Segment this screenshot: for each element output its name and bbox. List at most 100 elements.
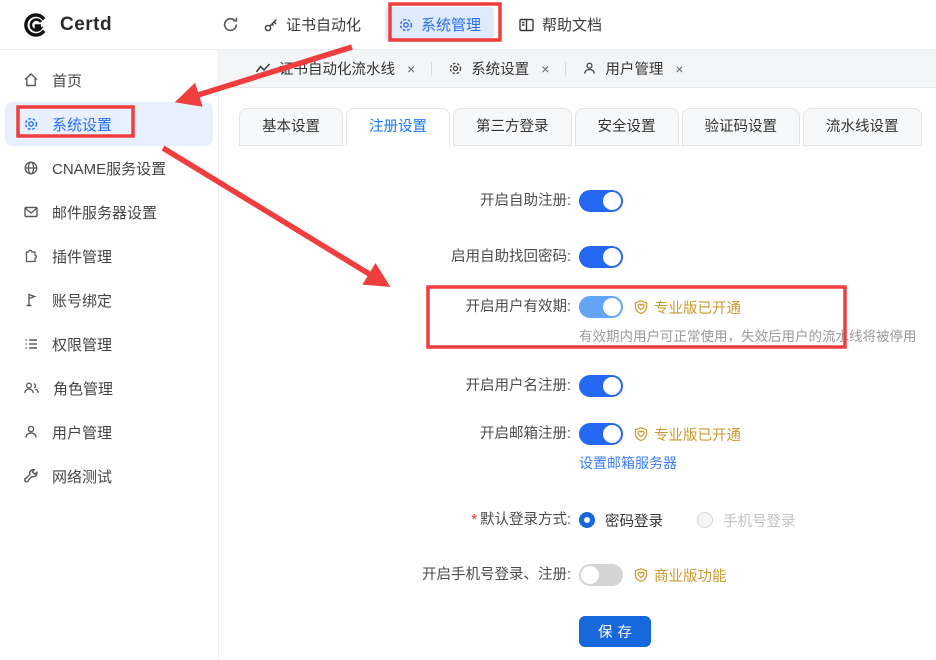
nav-help-docs[interactable]: 帮助文档 <box>518 14 602 35</box>
sidebar: 首页 系统设置 CNAME服务设置 邮件服务器设置 <box>0 50 219 659</box>
radio-password-login[interactable] <box>579 512 595 528</box>
user-validity-toggle[interactable] <box>579 296 623 318</box>
opened-tabs-bar: 证书自动化流水线 × 系统设置 × 用户管理 × <box>219 50 936 88</box>
globe-icon <box>23 160 39 176</box>
gear-icon <box>23 116 39 132</box>
user-validity-helper: 有效期内用户可正常使用，失效后用户的流水线将被停用 <box>579 325 917 345</box>
self-register-toggle[interactable] <box>579 190 623 212</box>
sidebar-item-label: 用户管理 <box>52 422 112 443</box>
form-row-email-register: 开启邮箱注册: 专业版已开通 <box>219 423 936 473</box>
save-button[interactable]: 保存 <box>579 616 651 647</box>
tab-third-party-login[interactable]: 第三方登录 <box>453 108 572 146</box>
opened-tab-label: 证书自动化流水线 <box>279 58 395 79</box>
certd-logo-icon <box>20 10 50 40</box>
form-row-phone-register: 开启手机号登录、注册: 商业版功能 <box>219 564 936 586</box>
sidebar-item-label: 账号绑定 <box>52 290 112 311</box>
mail-icon <box>23 204 39 220</box>
pro-enabled-label: 专业版已开通 <box>654 297 741 318</box>
brand-name: Certd <box>60 14 112 36</box>
sidebar-item-network-test[interactable]: 网络测试 <box>5 454 213 498</box>
email-register-toggle[interactable] <box>579 423 623 445</box>
gear-icon <box>448 61 463 76</box>
tab-captcha-settings[interactable]: 验证码设置 <box>682 108 801 146</box>
pro-enabled-badge: 专业版已开通 <box>633 297 741 318</box>
brand[interactable]: Certd <box>0 10 208 40</box>
sidebar-item-mail-server[interactable]: 邮件服务器设置 <box>5 190 213 234</box>
app-window: Certd 证书自动化 系统管理 <box>0 0 936 660</box>
key-icon <box>263 17 279 33</box>
pro-enabled-badge: 专业版已开通 <box>633 424 741 445</box>
opened-tab-user-manage[interactable]: 用户管理 × <box>574 58 691 79</box>
vip-heart-icon <box>633 426 649 442</box>
mail-server-settings-link[interactable]: 设置邮箱服务器 <box>579 453 741 473</box>
radio-password-login-label[interactable]: 密码登录 <box>605 510 663 531</box>
sidebar-item-label: 系统设置 <box>52 114 112 135</box>
sidebar-item-account-binding[interactable]: 账号绑定 <box>5 278 213 322</box>
settings-panel: 基本设置 注册设置 第三方登录 安全设置 验证码设置 流水线设置 开启自助注册: <box>219 88 936 659</box>
required-asterisk: * <box>471 512 477 528</box>
main-area: 证书自动化流水线 × 系统设置 × 用户管理 × <box>219 50 936 659</box>
sidebar-item-label: 网络测试 <box>52 466 112 487</box>
team-icon <box>23 380 40 396</box>
form-row-default-login: *默认登录方式: 密码登录 手机号登录 <box>219 509 936 531</box>
line-chart-icon <box>255 62 271 76</box>
opened-tab-label: 系统设置 <box>471 58 529 79</box>
nav-system-manage-label: 系统管理 <box>421 14 481 35</box>
sidebar-item-label: 首页 <box>52 70 82 91</box>
sidebar-item-plugin-manage[interactable]: 插件管理 <box>5 234 213 278</box>
opened-tab-pipeline[interactable]: 证书自动化流水线 × <box>247 58 423 79</box>
radio-phone-login-label: 手机号登录 <box>723 510 796 531</box>
home-icon <box>23 72 39 88</box>
tab-pipeline-settings[interactable]: 流水线设置 <box>803 108 922 146</box>
book-icon <box>518 17 535 33</box>
password-recovery-toggle[interactable] <box>579 246 623 268</box>
sidebar-item-home[interactable]: 首页 <box>5 58 213 102</box>
username-register-toggle[interactable] <box>579 375 623 397</box>
user-icon <box>23 424 39 440</box>
tab-divider <box>431 62 432 76</box>
refresh-icon[interactable] <box>222 16 239 33</box>
vip-heart-icon <box>633 299 649 315</box>
nav-cert-pipeline[interactable]: 证书自动化 <box>263 14 361 35</box>
nav-system-manage[interactable]: 系统管理 <box>385 7 494 42</box>
close-icon[interactable]: × <box>675 61 683 77</box>
field-label: 开启手机号登录、注册: <box>219 564 571 586</box>
sidebar-item-cname-settings[interactable]: CNAME服务设置 <box>5 146 213 190</box>
field-label: 开启自助注册: <box>219 190 571 212</box>
tab-security-settings[interactable]: 安全设置 <box>575 108 679 146</box>
nav-help-docs-label: 帮助文档 <box>542 14 602 35</box>
nav-cert-pipeline-label: 证书自动化 <box>286 14 361 35</box>
tab-basic-settings[interactable]: 基本设置 <box>239 108 343 146</box>
tab-register-settings[interactable]: 注册设置 <box>346 108 450 146</box>
phone-register-toggle[interactable] <box>579 564 623 586</box>
sidebar-item-label: 邮件服务器设置 <box>52 202 157 223</box>
sidebar-item-label: 插件管理 <box>52 246 112 267</box>
wrench-icon <box>23 468 39 484</box>
header-nav: 证书自动化 系统管理 帮助文档 <box>222 7 602 42</box>
form-row-self-register: 开启自助注册: <box>219 190 936 212</box>
sidebar-item-role-manage[interactable]: 角色管理 <box>5 366 213 410</box>
form-row-password-recovery: 启用自助找回密码: <box>219 246 936 268</box>
tab-divider <box>565 62 566 76</box>
opened-tab-system-settings[interactable]: 系统设置 × <box>440 58 557 79</box>
sidebar-item-label: 权限管理 <box>52 334 112 355</box>
header: Certd 证书自动化 系统管理 <box>0 0 936 50</box>
field-label: 开启用户有效期: <box>219 296 571 345</box>
sidebar-item-system-settings[interactable]: 系统设置 <box>5 102 213 146</box>
field-label: 开启用户名注册: <box>219 375 571 397</box>
pro-enabled-label: 专业版已开通 <box>654 424 741 445</box>
settings-tabs: 基本设置 注册设置 第三方登录 安全设置 验证码设置 流水线设置 <box>239 108 936 146</box>
field-label: 启用自助找回密码: <box>219 246 571 268</box>
radio-phone-login[interactable] <box>697 512 713 528</box>
close-icon[interactable]: × <box>407 61 415 77</box>
sidebar-item-user-manage[interactable]: 用户管理 <box>5 410 213 454</box>
close-icon[interactable]: × <box>541 61 549 77</box>
user-icon <box>582 61 597 76</box>
field-label: 开启邮箱注册: <box>219 423 571 473</box>
register-settings-form: 开启自助注册: 启用自助找回密码: 开启用户有效期: <box>219 190 936 647</box>
sidebar-item-permission-manage[interactable]: 权限管理 <box>5 322 213 366</box>
sidebar-item-label: CNAME服务设置 <box>52 158 166 179</box>
gear-icon <box>398 17 414 33</box>
form-row-user-validity: 开启用户有效期: 专业版已开通 <box>219 296 936 345</box>
commercial-feature-badge: 商业版功能 <box>633 565 727 586</box>
